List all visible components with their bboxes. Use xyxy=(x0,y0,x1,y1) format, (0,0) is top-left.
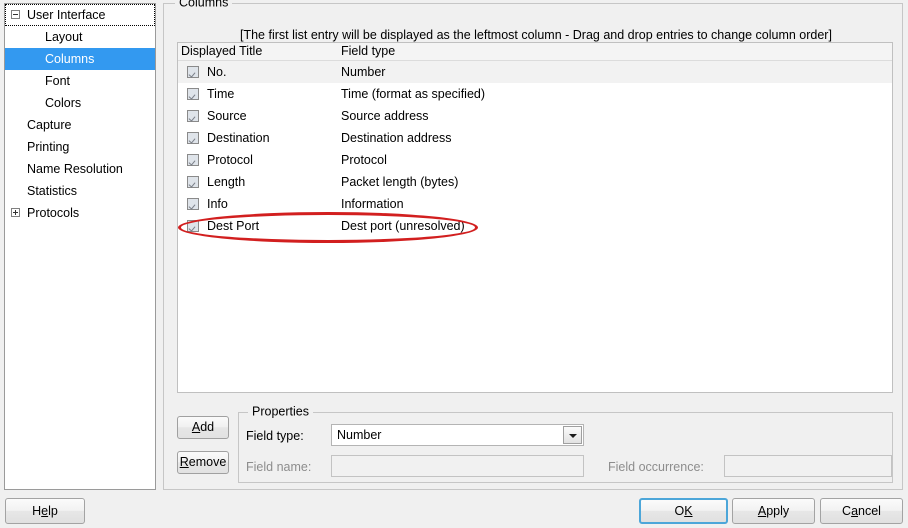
row-displayed-title: Source xyxy=(207,109,247,123)
row-displayed-title: Time xyxy=(207,87,235,101)
row-checkbox-cell[interactable] xyxy=(178,66,207,78)
cancel-button-pre: C xyxy=(842,504,852,518)
expand-plus-icon[interactable] xyxy=(11,208,20,217)
sidebar-item-label: Capture xyxy=(27,118,72,132)
checkbox-checked-icon[interactable] xyxy=(186,110,199,122)
field-name-label: Field name: xyxy=(246,460,312,474)
columns-group-label: Columns xyxy=(175,0,233,10)
row-checkbox-cell[interactable] xyxy=(178,198,207,210)
chevron-down-icon[interactable] xyxy=(563,426,582,444)
row-displayed-title: No. xyxy=(207,65,227,79)
properties-group-label: Properties xyxy=(248,405,313,419)
remove-button-rest: emove xyxy=(188,455,227,469)
help-button-rest: lp xyxy=(48,504,58,518)
add-button[interactable]: Add xyxy=(177,416,229,439)
apply-button[interactable]: Apply xyxy=(732,498,815,524)
field-occurrence-input xyxy=(724,455,892,477)
row-checkbox-cell[interactable] xyxy=(178,110,207,122)
row-checkbox-cell[interactable] xyxy=(178,88,207,100)
cancel-button[interactable]: Cancel xyxy=(820,498,903,524)
preferences-category-tree[interactable]: User Interface Layout Columns Font Colors Cap… xyxy=(4,3,156,490)
columns-table-header: Displayed Title Field type xyxy=(178,43,892,61)
field-type-selected-value: Number xyxy=(337,428,382,442)
sidebar-item-colors[interactable]: Colors xyxy=(5,92,155,114)
checkbox-checked-icon[interactable] xyxy=(186,220,199,232)
sidebar-item-font[interactable]: Font xyxy=(5,70,155,92)
row-field-type: Destination address xyxy=(341,131,452,145)
row-checkbox-cell[interactable] xyxy=(178,154,207,166)
field-type-select[interactable]: Number xyxy=(331,424,584,446)
sidebar-item-label: User Interface xyxy=(27,8,106,22)
sidebar-item-label: Font xyxy=(45,74,71,88)
sidebar-item-label: Printing xyxy=(27,140,70,154)
table-row[interactable]: Protocol Protocol xyxy=(178,149,892,171)
row-field-type: Protocol xyxy=(341,153,387,167)
sidebar-item-label: Colors xyxy=(45,96,82,110)
sidebar-item-name-resolution[interactable]: Name Resolution xyxy=(5,158,155,180)
help-button-pre: H xyxy=(32,504,42,518)
remove-button[interactable]: Remove xyxy=(177,451,229,474)
sidebar-item-statistics[interactable]: Statistics xyxy=(5,180,155,202)
row-checkbox-cell[interactable] xyxy=(178,176,207,188)
column-header-field-type[interactable]: Field type xyxy=(341,43,892,60)
row-displayed-title: Destination xyxy=(207,131,270,145)
apply-button-rest: pply xyxy=(766,504,790,518)
table-row[interactable]: Source Source address xyxy=(178,105,892,127)
checkbox-checked-icon[interactable] xyxy=(186,88,199,100)
row-checkbox-cell[interactable] xyxy=(178,132,207,144)
row-field-type: Packet length (bytes) xyxy=(341,175,459,189)
sidebar-item-columns[interactable]: Columns xyxy=(5,48,155,70)
checkbox-checked-icon[interactable] xyxy=(186,132,199,144)
table-row[interactable]: Time Time (format as specified) xyxy=(178,83,892,105)
row-displayed-title: Dest Port xyxy=(207,219,260,233)
help-button[interactable]: Help xyxy=(5,498,85,524)
apply-button-mnemonic: A xyxy=(757,504,767,518)
sidebar-item-label: Layout xyxy=(45,30,83,44)
row-field-type: Dest port (unresolved) xyxy=(341,219,465,233)
sidebar-item-label: Columns xyxy=(45,52,95,66)
field-occurrence-label: Field occurrence: xyxy=(608,460,704,474)
row-field-type: Time (format as specified) xyxy=(341,87,486,101)
sidebar-item-protocols[interactable]: Protocols xyxy=(5,202,155,224)
table-row[interactable]: Dest Port Dest port (unresolved) xyxy=(178,215,892,237)
row-displayed-title: Info xyxy=(207,197,228,211)
row-field-type: Information xyxy=(341,197,404,211)
checkbox-checked-icon[interactable] xyxy=(186,176,199,188)
sidebar-item-user-interface[interactable]: User Interface xyxy=(5,4,155,26)
row-displayed-title: Length xyxy=(207,175,246,189)
remove-button-mnemonic: R xyxy=(179,455,189,469)
sidebar-item-layout[interactable]: Layout xyxy=(5,26,155,48)
ok-button[interactable]: OK xyxy=(639,498,728,524)
sidebar-item-capture[interactable]: Capture xyxy=(5,114,155,136)
columns-table-body: No. Number Time Time (format as specified) S… xyxy=(178,61,892,237)
table-row[interactable]: No. Number xyxy=(178,61,892,83)
sidebar-item-label: Protocols xyxy=(27,206,80,220)
cancel-button-rest: ncel xyxy=(858,504,881,518)
row-field-type: Source address xyxy=(341,109,429,123)
cancel-button-mnemonic: a xyxy=(851,504,859,518)
table-row[interactable]: Destination Destination address xyxy=(178,127,892,149)
collapse-minus-icon[interactable] xyxy=(11,10,20,19)
row-displayed-title: Protocol xyxy=(207,153,253,167)
sidebar-item-printing[interactable]: Printing xyxy=(5,136,155,158)
field-name-input xyxy=(331,455,584,477)
checkbox-checked-icon[interactable] xyxy=(186,198,199,210)
add-button-mnemonic: A xyxy=(191,420,201,434)
checkbox-checked-icon[interactable] xyxy=(186,66,199,78)
ok-button-pre: O xyxy=(674,504,685,518)
sidebar-item-label: Statistics xyxy=(27,184,78,198)
checkbox-checked-icon[interactable] xyxy=(186,154,199,166)
column-header-displayed-title[interactable]: Displayed Title xyxy=(178,43,341,60)
field-type-label: Field type: xyxy=(246,429,304,443)
column-order-hint: [The first list entry will be displayed … xyxy=(240,28,832,42)
row-checkbox-cell[interactable] xyxy=(178,220,207,232)
columns-table[interactable]: Displayed Title Field type No. Number Time… xyxy=(177,42,893,393)
sidebar-item-label: Name Resolution xyxy=(27,162,123,176)
add-button-rest: dd xyxy=(200,420,215,434)
table-row[interactable]: Info Information xyxy=(178,193,892,215)
ok-button-mnemonic: K xyxy=(684,504,693,518)
table-row[interactable]: Length Packet length (bytes) xyxy=(178,171,892,193)
row-field-type: Number xyxy=(341,65,386,79)
